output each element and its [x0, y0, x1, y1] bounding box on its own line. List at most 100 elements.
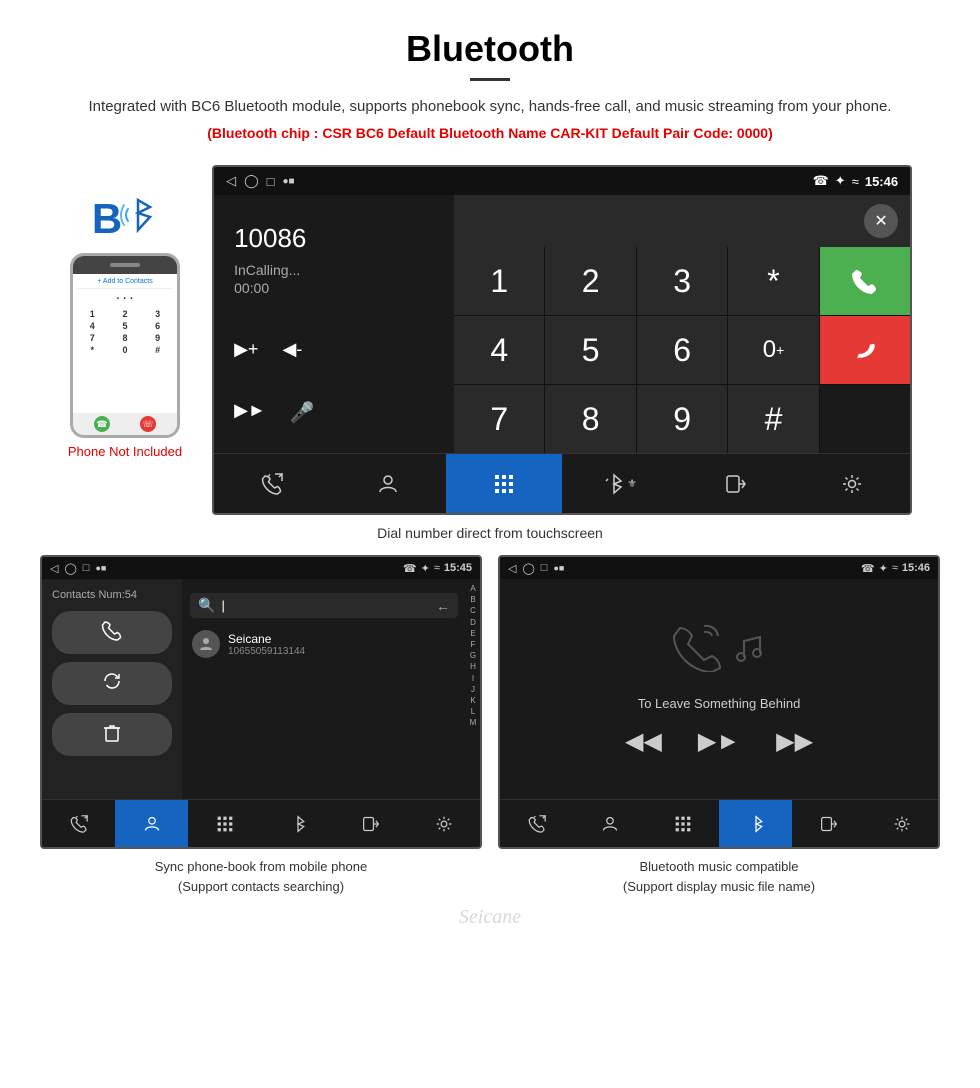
music-bottom-bar — [500, 799, 938, 847]
pb-body: Contacts Num:54 🔍 | — [42, 579, 480, 799]
music-prev-btn[interactable]: ◀◀ — [625, 727, 662, 756]
pb-wifi-icon: ≈ — [434, 562, 440, 574]
main-section: B + Add to Contacts · · · 1 2 3 4 — [0, 165, 980, 515]
dial-number-display: 10086 — [234, 223, 434, 254]
header-description: Integrated with BC6 Bluetooth module, su… — [40, 95, 940, 119]
pb-delete-btn[interactable] — [52, 713, 172, 756]
pb-recents[interactable]: □ — [83, 562, 90, 574]
pb-btn-settings[interactable] — [407, 799, 480, 847]
pb-notif-icons: ●■ — [95, 563, 106, 573]
pb-search-row[interactable]: 🔍 | ← — [190, 593, 458, 618]
music-back-nav[interactable]: ◁ — [508, 562, 516, 575]
volume-down-btn[interactable]: ◀- — [282, 339, 302, 360]
music-recents[interactable]: □ — [541, 562, 548, 574]
dial-btn-keypad[interactable] — [446, 453, 562, 513]
dial-btn-transfer[interactable] — [678, 453, 794, 513]
microphone-btn[interactable]: 🎤 — [290, 400, 315, 425]
pb-back-arrow-icon[interactable]: ← — [436, 598, 450, 614]
music-screen: ◁ ◯ □ ●■ ☎ ✦ ≈ 15:46 — [498, 555, 940, 849]
dial-status-bar: ◁ ◯ □ ●■ ☎ ✦ ≈ 15:46 — [214, 167, 910, 195]
phone-call-green-btn[interactable]: ☎ — [94, 416, 110, 432]
pb-call-btn[interactable] — [52, 611, 172, 654]
pb-alpha-f: F — [471, 639, 476, 650]
key-star[interactable]: * — [728, 247, 818, 315]
key-5[interactable]: 5 — [545, 316, 635, 384]
phone-mockup: + Add to Contacts · · · 1 2 3 4 5 6 7 8 … — [70, 253, 180, 438]
pb-alpha-h: H — [470, 661, 476, 672]
key-hash[interactable]: # — [728, 385, 818, 453]
pb-sync-btn[interactable] — [52, 662, 172, 705]
dial-body: 10086 InCalling... 00:00 ▶+ ◀- ▶► 🎤 ✕ — [214, 195, 910, 453]
music-btn-keypad[interactable] — [646, 799, 719, 847]
pb-alpha-l: L — [471, 706, 475, 717]
music-next-btn[interactable]: ▶▶ — [776, 727, 813, 756]
key-8[interactable]: 8 — [545, 385, 635, 453]
dial-volume-controls: ▶+ ◀- — [234, 339, 434, 360]
music-phone-icon: ☎ — [861, 562, 875, 575]
pb-contact-item[interactable]: Seicane 10655059113144 — [182, 624, 466, 664]
key-6[interactable]: 6 — [637, 316, 727, 384]
key-4[interactable]: 4 — [454, 316, 544, 384]
key-3[interactable]: 3 — [637, 247, 727, 315]
transfer-call-btn[interactable]: ▶► — [234, 400, 266, 425]
dial-btn-settings[interactable] — [794, 453, 910, 513]
pb-alpha-e: E — [470, 628, 475, 639]
pb-alpha-c: C — [470, 605, 476, 616]
dial-timer: 00:00 — [234, 280, 434, 296]
music-btn-bluetooth[interactable] — [719, 799, 792, 847]
key-2[interactable]: 2 — [545, 247, 635, 315]
dial-btn-contacts[interactable] — [330, 453, 446, 513]
dial-caption: Dial number direct from touchscreen — [0, 525, 980, 541]
backspace-button[interactable]: ✕ — [864, 204, 898, 238]
home-icon[interactable]: ◯ — [244, 173, 259, 189]
pb-alpha-m: M — [470, 717, 477, 728]
pb-left-panel: Contacts Num:54 — [42, 579, 182, 799]
dial-btn-call[interactable] — [214, 453, 330, 513]
pb-location-icon: ✦ — [421, 562, 430, 575]
key-0plus[interactable]: 0+ — [728, 316, 818, 384]
recents-icon[interactable]: □ — [267, 174, 275, 189]
music-btn-contacts[interactable] — [573, 799, 646, 847]
pb-back-nav[interactable]: ◁ — [50, 562, 58, 575]
music-caption: Bluetooth music compatible (Support disp… — [623, 857, 815, 896]
pb-btn-call[interactable] — [42, 799, 115, 847]
music-notif-icons: ●■ — [553, 563, 564, 573]
pb-alpha-a: A — [470, 583, 475, 594]
pb-search-field[interactable]: | — [221, 598, 436, 613]
numpad-grid: 1 2 3 * 4 5 6 0+ — [454, 247, 910, 453]
page-title: Bluetooth — [40, 28, 940, 70]
pb-alpha-d: D — [470, 617, 476, 628]
key-9[interactable]: 9 — [637, 385, 727, 453]
music-btn-settings[interactable] — [865, 799, 938, 847]
notification-icons: ●■ — [283, 176, 295, 187]
key-call-green[interactable] — [820, 247, 910, 315]
pb-home[interactable]: ◯ — [64, 562, 76, 575]
volume-up-btn[interactable]: ▶+ — [234, 339, 258, 360]
pb-btn-transfer[interactable] — [334, 799, 407, 847]
key-1[interactable]: 1 — [454, 247, 544, 315]
key-call-end[interactable] — [820, 316, 910, 384]
page-header: Bluetooth Integrated with BC6 Bluetooth … — [0, 0, 980, 151]
music-btn-call[interactable] — [500, 799, 573, 847]
music-play-pause-btn[interactable]: ▶► — [698, 727, 740, 756]
key-7[interactable]: 7 — [454, 385, 544, 453]
pb-btn-contacts[interactable] — [115, 799, 188, 847]
phone-call-red-btn[interactable]: ☏ — [140, 416, 156, 432]
dial-calling-status: InCalling... — [234, 262, 434, 278]
dial-btn-bluetooth[interactable]: ⚜ — [562, 453, 678, 513]
phonebook-screen-wrap: ◁ ◯ □ ●■ ☎ ✦ ≈ 15:45 Contacts Num:54 — [40, 555, 482, 896]
music-status-bar: ◁ ◯ □ ●■ ☎ ✦ ≈ 15:46 — [500, 557, 938, 579]
back-nav-icon[interactable]: ◁ — [226, 173, 236, 189]
pb-btn-keypad[interactable] — [188, 799, 261, 847]
pb-btn-bluetooth[interactable] — [261, 799, 334, 847]
pb-search-icon: 🔍 — [198, 597, 215, 614]
pb-caption: Sync phone-book from mobile phone (Suppo… — [155, 857, 367, 896]
pb-right-panel: 🔍 | ← Seicane 10655059113144 — [182, 579, 480, 799]
music-home[interactable]: ◯ — [522, 562, 534, 575]
phone-not-included-label: Phone Not Included — [68, 444, 182, 459]
dial-input-row: ✕ — [454, 195, 910, 247]
header-divider — [470, 78, 510, 81]
music-btn-transfer[interactable] — [792, 799, 865, 847]
phonebook-screen: ◁ ◯ □ ●■ ☎ ✦ ≈ 15:45 Contacts Num:54 — [40, 555, 482, 849]
music-artwork-area — [672, 622, 766, 682]
